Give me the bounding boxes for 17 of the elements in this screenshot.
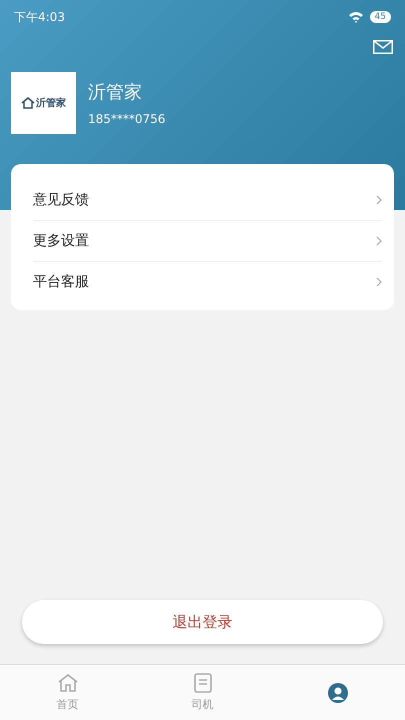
chevron-icon [376, 195, 382, 205]
menu-item[interactable]: 平台客服 [33, 262, 382, 302]
battery-icon: 45 [370, 11, 391, 23]
logout-button[interactable]: 退出登录 [22, 600, 383, 644]
user-icon [326, 682, 348, 704]
menu-item[interactable]: 更多设置 [33, 221, 382, 262]
status-time: 下午4:03 [14, 8, 65, 26]
document-icon [194, 673, 212, 693]
home-icon [56, 673, 78, 693]
chevron-icon [376, 236, 382, 246]
mail-icon[interactable] [373, 40, 393, 54]
user-name: 沂管家 [88, 81, 143, 104]
menu-item[interactable]: 意见反馈 [33, 180, 382, 221]
chevron-icon [376, 277, 382, 287]
wifi-icon [348, 11, 364, 23]
app-logo: 沂管家 [11, 72, 76, 134]
phone-number: 185****0756 [88, 112, 166, 126]
